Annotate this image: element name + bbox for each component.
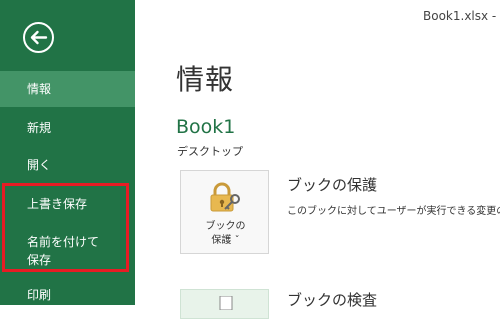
inspect-workbook-button[interactable] [180, 289, 269, 319]
backstage-sidebar: 情報 新規 開く 上書き保存 名前を付けて 保存 印刷 [0, 0, 135, 305]
protect-heading: ブックの保護 [287, 176, 378, 194]
page-title: 情報 [176, 63, 235, 96]
sidebar-item-label: 印刷 [27, 288, 52, 302]
document-check-icon [219, 296, 233, 310]
document-name: Book1 [176, 116, 236, 138]
save-options-highlight [2, 183, 129, 272]
protect-description: このブックに対してユーザーが実行できる変更の [287, 206, 500, 217]
sidebar-item-label: 開く [27, 158, 52, 172]
sidebar-item-open[interactable]: 開く [0, 156, 135, 174]
lock-key-icon [210, 182, 240, 212]
protect-button-label-2: 保護 ˇ [211, 235, 240, 246]
protect-button-label-1: ブックの [205, 221, 246, 232]
sidebar-item-label: 情報 [27, 82, 52, 96]
back-arrow-icon[interactable] [22, 21, 55, 54]
sidebar-item-print[interactable]: 印刷 [0, 286, 135, 304]
window-title: Book1.xlsx - [423, 9, 497, 23]
sidebar-item-new[interactable]: 新規 [0, 119, 135, 137]
inspect-heading: ブックの検査 [287, 291, 378, 309]
document-location: デスクトップ [177, 145, 243, 158]
sidebar-item-info[interactable]: 情報 [0, 71, 135, 107]
protect-workbook-button[interactable]: ブックの 保護 ˇ [180, 170, 269, 254]
sidebar-item-label: 新規 [27, 121, 52, 135]
